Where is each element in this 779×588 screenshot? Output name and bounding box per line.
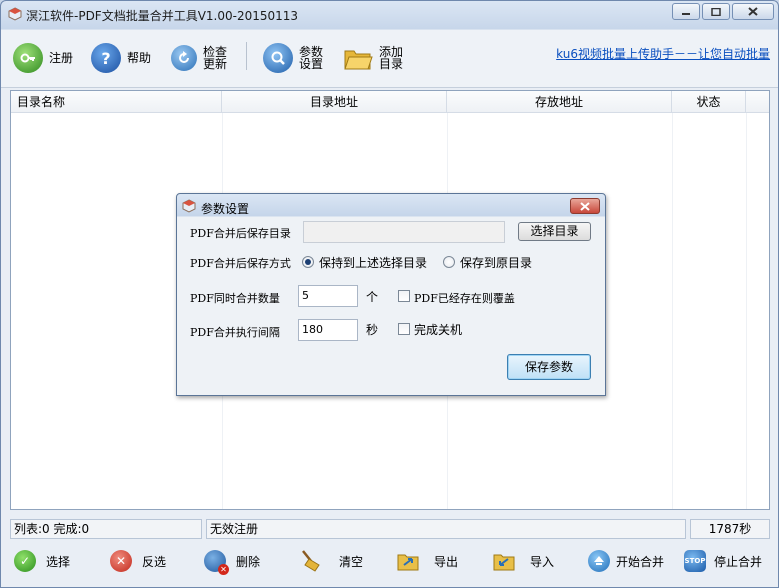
add-directory-label: 添加目录 bbox=[379, 45, 404, 71]
save-settings-button[interactable]: 保存参数 bbox=[507, 354, 591, 380]
invert-label: 反选 bbox=[142, 554, 167, 569]
overwrite-checkbox[interactable] bbox=[398, 290, 410, 302]
invert-button[interactable]: ✕ 反选 bbox=[110, 548, 166, 574]
dialog-body: PDF合并后保存目录 选择目录 PDF合并后保存方式 保持到上述选择目录 保存到… bbox=[178, 217, 604, 395]
concurrency-label: PDF同时合并数量 bbox=[190, 292, 280, 305]
column-header-dir-name[interactable]: 目录名称 bbox=[11, 91, 222, 113]
column-header-save-path[interactable]: 存放地址 bbox=[447, 91, 672, 113]
minimize-icon bbox=[682, 12, 690, 15]
start-merge-label: 开始合并 bbox=[616, 554, 665, 569]
cross-icon: ✕ bbox=[110, 550, 132, 572]
stop-merge-button[interactable]: STOP 停止合并 bbox=[684, 548, 762, 574]
help-button[interactable]: ? 帮助 bbox=[91, 38, 151, 78]
concurrency-unit: 个 bbox=[366, 290, 379, 304]
import-folder-icon bbox=[492, 549, 516, 573]
import-button[interactable]: 导入 bbox=[492, 548, 554, 574]
broom-icon bbox=[299, 549, 323, 573]
save-mode-radio-selected-dir[interactable] bbox=[302, 256, 314, 268]
close-button[interactable] bbox=[732, 3, 774, 20]
check-update-button[interactable]: 检查更新 bbox=[171, 38, 229, 78]
column-divider bbox=[746, 113, 747, 509]
toolbar: 注册 ? 帮助 检查更新 参数设置 添加目录 ku6视频批量上传助手－－让您自动… bbox=[1, 30, 778, 88]
select-label: 选择 bbox=[46, 554, 71, 569]
window-title: 溟江软件-PDF文档批量合并工具V1.00-20150113 bbox=[26, 9, 299, 23]
save-dir-input[interactable] bbox=[303, 221, 505, 243]
column-header-dir-path[interactable]: 目录地址 bbox=[222, 91, 447, 113]
app-logo-icon bbox=[8, 7, 22, 21]
check-update-label: 检查更新 bbox=[203, 45, 228, 71]
clear-label: 清空 bbox=[339, 554, 364, 569]
choose-dir-button[interactable]: 选择目录 bbox=[518, 222, 591, 241]
register-button[interactable]: 注册 bbox=[13, 38, 73, 78]
save-mode-option2-label[interactable]: 保存到原目录 bbox=[460, 254, 532, 271]
delete-icon: ✕ bbox=[204, 550, 229, 575]
upload-icon bbox=[588, 550, 610, 572]
main-window: 溟江软件-PDF文档批量合并工具V1.00-20150113 注册 ? 帮助 检… bbox=[0, 0, 779, 588]
export-label: 导出 bbox=[434, 554, 459, 569]
toolbar-separator bbox=[246, 42, 247, 70]
help-icon: ? bbox=[91, 43, 121, 73]
settings-dialog: 参数设置 PDF合并后保存目录 选择目录 PDF合并后保存方式 保持到上述选择目… bbox=[176, 193, 606, 396]
save-mode-option1-label[interactable]: 保持到上述选择目录 bbox=[319, 254, 427, 271]
dialog-app-icon bbox=[182, 199, 196, 213]
folder-icon bbox=[343, 43, 373, 73]
action-bar: ✓ 选择 ✕ 反选 ✕ 删除 清空 导出 导入 开始合并 STOP 停止合并 bbox=[1, 542, 778, 587]
shutdown-checkbox[interactable] bbox=[398, 323, 410, 335]
minimize-button[interactable] bbox=[672, 3, 700, 20]
maximize-button[interactable] bbox=[702, 3, 730, 20]
delete-label: 删除 bbox=[236, 554, 261, 569]
settings-label: 参数设置 bbox=[299, 45, 324, 71]
export-button[interactable]: 导出 bbox=[396, 548, 458, 574]
dialog-title: 参数设置 bbox=[201, 202, 250, 216]
overwrite-label[interactable]: PDF已经存在则覆盖 bbox=[414, 290, 515, 306]
column-header-status[interactable]: 状态 bbox=[672, 91, 746, 113]
shutdown-label[interactable]: 完成关机 bbox=[414, 321, 462, 338]
register-label: 注册 bbox=[49, 51, 74, 65]
settings-search-icon bbox=[263, 43, 293, 73]
start-merge-button[interactable]: 开始合并 bbox=[588, 548, 664, 574]
interval-unit: 秒 bbox=[366, 323, 379, 337]
select-button[interactable]: ✓ 选择 bbox=[14, 548, 70, 574]
save-mode-label: PDF合并后保存方式 bbox=[190, 257, 291, 270]
dialog-close-button[interactable] bbox=[570, 198, 600, 214]
export-folder-icon bbox=[396, 549, 420, 573]
delete-button[interactable]: ✕ 删除 bbox=[204, 548, 261, 575]
promo-link[interactable]: ku6视频批量上传助手－－让您自动批量 bbox=[556, 45, 770, 62]
status-bar: 列表:0 完成:0 无效注册 1787秒 bbox=[1, 513, 778, 541]
refresh-icon bbox=[171, 45, 197, 71]
clear-button[interactable]: 清空 bbox=[299, 548, 363, 574]
interval-label: PDF合并执行间隔 bbox=[190, 326, 280, 339]
list-count-status: 列表:0 完成:0 bbox=[10, 519, 202, 539]
stop-merge-label: 停止合并 bbox=[714, 554, 763, 569]
close-icon bbox=[748, 7, 758, 16]
check-icon: ✓ bbox=[14, 550, 36, 572]
register-status: 无效注册 bbox=[206, 519, 686, 539]
save-mode-radio-original-dir[interactable] bbox=[443, 256, 455, 268]
title-bar[interactable]: 溟江软件-PDF文档批量合并工具V1.00-20150113 bbox=[1, 1, 778, 29]
save-dir-label: PDF合并后保存目录 bbox=[190, 227, 291, 240]
help-label: 帮助 bbox=[127, 51, 152, 65]
concurrency-input[interactable]: 5 bbox=[298, 285, 358, 307]
interval-input[interactable]: 180 bbox=[298, 319, 358, 341]
import-label: 导入 bbox=[530, 554, 555, 569]
column-divider bbox=[672, 113, 673, 509]
settings-button[interactable]: 参数设置 bbox=[263, 38, 325, 78]
close-icon bbox=[580, 201, 590, 211]
timer-status: 1787秒 bbox=[690, 519, 770, 539]
stop-icon: STOP bbox=[684, 550, 706, 572]
key-icon bbox=[13, 43, 43, 73]
add-directory-button[interactable]: 添加目录 bbox=[343, 38, 405, 78]
table-header: 目录名称 目录地址 存放地址 状态 bbox=[11, 91, 769, 113]
maximize-icon bbox=[711, 7, 721, 16]
